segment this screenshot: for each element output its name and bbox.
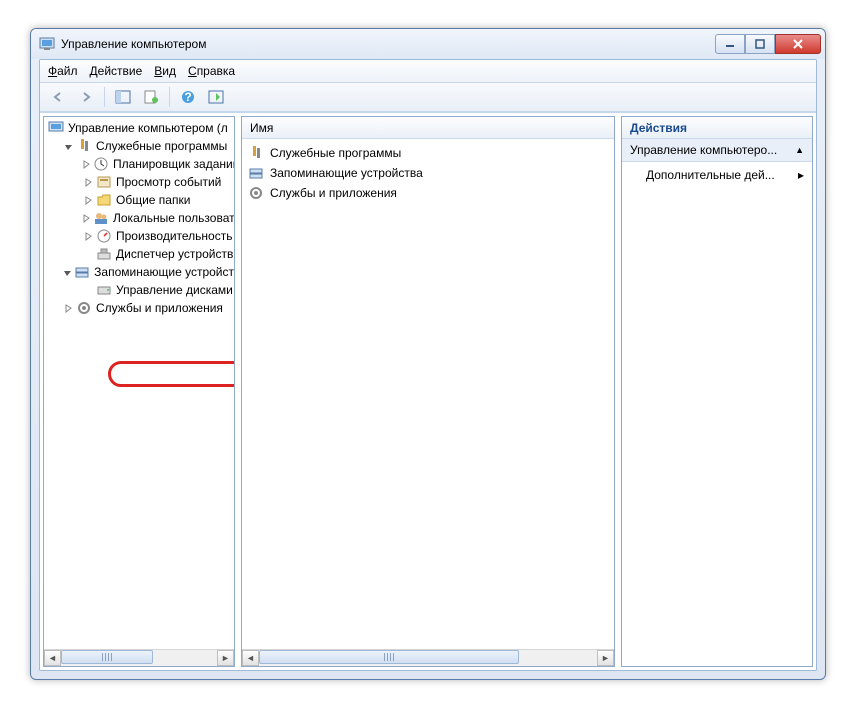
scroll-thumb[interactable] (61, 650, 153, 664)
clock-icon (93, 156, 109, 172)
actions-header: Действия (622, 117, 812, 139)
toolbar: ? (40, 83, 816, 112)
tools-icon (248, 145, 264, 161)
actions-pane: Действия Управление компьютеро... ▲ Допо… (621, 116, 813, 667)
svg-text:?: ? (184, 90, 191, 104)
computer-icon (48, 120, 64, 136)
action-more[interactable]: Дополнительные дей... ▸ (622, 162, 812, 188)
titlebar[interactable]: Управление компьютером (31, 29, 825, 59)
chevron-right-icon: ▸ (798, 168, 804, 182)
tree-system-tools[interactable]: Служебные программы (44, 137, 234, 155)
tools-icon (76, 138, 92, 154)
list-pane: Имя Служебные программы Запоминающие уст… (241, 116, 615, 667)
disk-icon (96, 282, 112, 298)
window-title: Управление компьютером (61, 37, 715, 51)
tree-performance[interactable]: Производительность (44, 227, 234, 245)
tree-services-apps[interactable]: Службы и приложения (44, 299, 234, 317)
expand-icon[interactable] (82, 176, 94, 188)
close-button[interactable] (775, 34, 821, 54)
menu-file[interactable]: Файл (48, 64, 78, 78)
menu-view[interactable]: Вид (154, 64, 176, 78)
scroll-thumb[interactable] (259, 650, 519, 664)
storage-icon (74, 264, 90, 280)
tree-disk-management[interactable]: Управление дисками (44, 281, 234, 299)
collapse-icon[interactable]: ▲ (795, 145, 804, 155)
scroll-left-button[interactable]: ◄ (44, 650, 61, 666)
app-icon (39, 36, 55, 52)
expand-icon[interactable] (82, 212, 91, 224)
storage-icon (248, 165, 264, 181)
tree-storage[interactable]: Запоминающие устройст (44, 263, 234, 281)
tree-task-scheduler[interactable]: Планировщик заданий (44, 155, 234, 173)
tree-hscrollbar[interactable]: ◄ ► (44, 649, 234, 666)
collapse-icon[interactable] (62, 266, 72, 278)
list-hscrollbar[interactable]: ◄ ► (242, 649, 614, 666)
menu-action[interactable]: Действие (90, 64, 143, 78)
actions-group[interactable]: Управление компьютеро... ▲ (622, 139, 812, 162)
tree-shared-folders[interactable]: Общие папки (44, 191, 234, 209)
event-icon (96, 174, 112, 190)
list-item[interactable]: Службы и приложения (242, 183, 614, 203)
minimize-button[interactable] (715, 34, 745, 54)
back-button[interactable] (46, 86, 70, 108)
menubar: Файл Действие Вид Справка (40, 60, 816, 83)
performance-icon (96, 228, 112, 244)
menu-help[interactable]: Справка (188, 64, 235, 78)
window-frame: Управление компьютером Файл Действие Вид… (30, 28, 826, 680)
tree-local-users[interactable]: Локальные пользоват (44, 209, 234, 227)
scroll-left-button[interactable]: ◄ (242, 650, 259, 666)
expand-icon[interactable] (62, 302, 74, 314)
scroll-right-button[interactable]: ► (597, 650, 614, 666)
services-icon (76, 300, 92, 316)
tree-pane: Управление компьютером (л Служебные прог… (43, 116, 235, 667)
window-body: Файл Действие Вид Справка ? У (39, 59, 817, 671)
services-icon (248, 185, 264, 201)
forward-button[interactable] (74, 86, 98, 108)
tree-device-manager[interactable]: Диспетчер устройств (44, 245, 234, 263)
properties-button[interactable] (139, 86, 163, 108)
collapse-icon[interactable] (62, 140, 74, 152)
tree-root[interactable]: Управление компьютером (л (44, 119, 234, 137)
help-button[interactable]: ? (176, 86, 200, 108)
device-icon (96, 246, 112, 262)
list-item[interactable]: Служебные программы (242, 143, 614, 163)
column-header-name[interactable]: Имя (242, 117, 614, 139)
refresh-button[interactable] (204, 86, 228, 108)
list-item[interactable]: Запоминающие устройства (242, 163, 614, 183)
maximize-button[interactable] (745, 34, 775, 54)
expand-icon[interactable] (82, 230, 94, 242)
scroll-right-button[interactable]: ► (217, 650, 234, 666)
show-hide-tree-button[interactable] (111, 86, 135, 108)
users-icon (93, 210, 109, 226)
expand-icon[interactable] (82, 158, 91, 170)
tree-event-viewer[interactable]: Просмотр событий (44, 173, 234, 191)
folder-shared-icon (96, 192, 112, 208)
expand-icon[interactable] (82, 194, 94, 206)
